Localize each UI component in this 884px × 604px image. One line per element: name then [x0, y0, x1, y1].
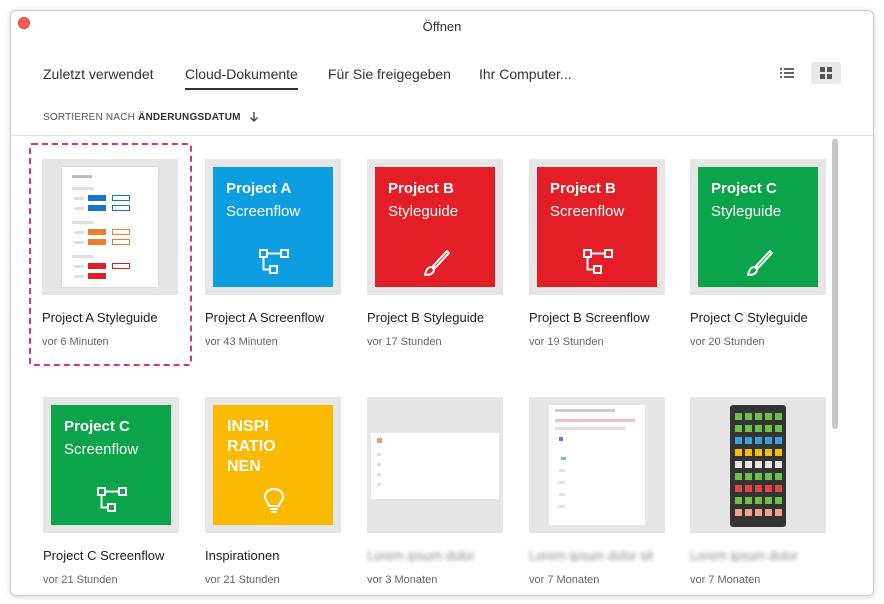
file-modified-time: vor 43 Minuten — [205, 336, 278, 348]
tile-subtitle: Styleguide — [388, 203, 459, 220]
sort-field: ÄNDERUNGSDATUM — [138, 111, 241, 123]
file-thumbnail[interactable]: Project C Screenflow — [43, 397, 179, 533]
tile-subtitle: Screenflow — [226, 203, 301, 220]
blank-preview — [371, 433, 499, 499]
tab-shared-with-you[interactable]: Für Sie freigegeben — [328, 66, 451, 88]
file-name: Project B Styleguide — [367, 310, 485, 325]
tile-title: INSPI RATIO NEN — [227, 418, 276, 475]
brush-icon — [424, 250, 450, 276]
file-thumbnail[interactable]: INSPI RATIO NEN — [205, 397, 341, 533]
brush-icon — [747, 250, 773, 276]
file-modified-time: vor 6 Minuten — [42, 336, 109, 348]
tile-subtitle: Styleguide — [711, 203, 782, 220]
file-name: Project A Screenflow — [205, 310, 325, 325]
sort-control[interactable]: SORTIEREN NACH ÄNDERUNGSDATUM — [43, 111, 260, 123]
tab-recent[interactable]: Zuletzt verwendet — [43, 66, 154, 88]
tile-title: Project B — [388, 180, 454, 197]
phone-grid-preview — [730, 405, 786, 527]
tile-subtitle: Screenflow — [64, 441, 139, 458]
file-thumbnail[interactable] — [367, 397, 503, 533]
flow-icon — [583, 249, 613, 274]
file-name: Project C Styleguide — [690, 310, 808, 325]
file-thumbnail[interactable]: Project B Styleguide — [367, 159, 503, 295]
tab-cloud-documents[interactable]: Cloud-Dokumente — [185, 66, 298, 90]
flow-icon — [259, 249, 289, 274]
file-thumbnail[interactable]: Project B Screenflow — [529, 159, 665, 295]
file-modified-time: vor 7 Monaten — [690, 574, 761, 586]
document-preview — [549, 405, 645, 525]
tile-title: Project A — [226, 180, 292, 197]
file-name: Project C Screenflow — [43, 548, 165, 563]
tile-subtitle: Screenflow — [550, 203, 625, 220]
file-modified-time: vor 21 Stunden — [43, 574, 118, 586]
grid-view-button[interactable] — [811, 62, 841, 84]
file-modified-time: vor 17 Stunden — [367, 336, 442, 348]
tile-title: Project C — [711, 180, 777, 197]
list-view-button[interactable] — [772, 62, 802, 84]
file-thumbnail[interactable]: Project A Screenflow — [205, 159, 341, 295]
file-name: Project B Screenflow — [529, 310, 650, 325]
file-name: Project A Styleguide — [42, 310, 158, 325]
tab-your-computer[interactable]: Ihr Computer... — [479, 66, 572, 88]
file-name: Lorem ipsum dolor — [367, 548, 475, 563]
file-modified-time: vor 21 Stunden — [205, 574, 280, 586]
file-thumbnail[interactable] — [690, 397, 826, 533]
divider — [11, 135, 873, 136]
sort-prefix: SORTIEREN NACH — [43, 111, 136, 123]
file-modified-time: vor 20 Stunden — [690, 336, 765, 348]
list-icon — [780, 68, 794, 78]
file-thumbnail[interactable] — [42, 159, 178, 295]
title-bar: Öffnen — [11, 11, 873, 41]
grid-icon — [820, 67, 832, 79]
file-modified-time: vor 7 Monaten — [529, 574, 600, 586]
tile-title: Project B — [550, 180, 616, 197]
file-modified-time: vor 3 Monaten — [367, 574, 438, 586]
file-name: Inspirationen — [205, 548, 280, 563]
file-thumbnail[interactable] — [529, 397, 665, 533]
file-name: Lorem ipsum dolor — [690, 548, 798, 563]
open-dialog: Öffnen Zuletzt verwendet Cloud-Dokumente… — [10, 10, 874, 596]
tile-title: Project C — [64, 418, 130, 435]
arrow-down-icon — [249, 112, 258, 122]
file-name: Lorem ipsum dolor sit — [529, 548, 654, 563]
dialog-title: Öffnen — [422, 19, 462, 34]
styleguide-preview — [62, 167, 158, 287]
scrollbar-thumb[interactable] — [832, 139, 838, 429]
file-modified-time: vor 19 Stunden — [529, 336, 604, 348]
file-thumbnail[interactable]: Project C Styleguide — [690, 159, 826, 295]
flow-icon — [97, 487, 127, 512]
close-window-button[interactable] — [18, 17, 30, 29]
lightbulb-icon — [263, 487, 285, 513]
